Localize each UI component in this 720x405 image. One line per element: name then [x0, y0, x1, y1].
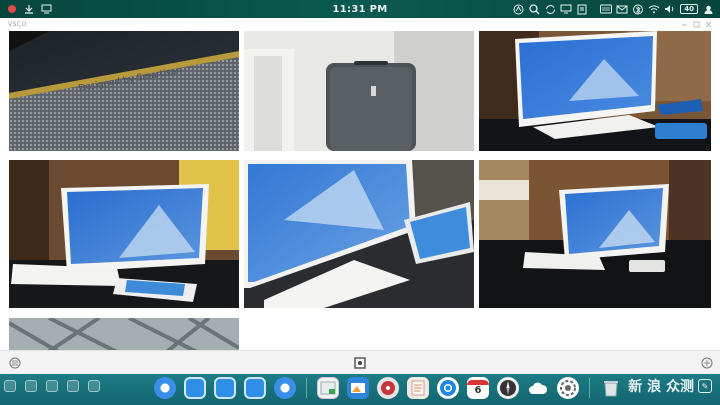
calendar-app-icon[interactable]: 6 — [467, 377, 489, 399]
notes-icon[interactable] — [576, 3, 588, 15]
dock-separator — [306, 378, 307, 398]
battery-indicator[interactable]: 40 — [680, 4, 698, 14]
screens-app-icon[interactable] — [244, 377, 266, 399]
photo-monitor-keyboard[interactable] — [9, 160, 239, 308]
watermark-badge: ✎ — [698, 379, 712, 393]
window-title: VSCO — [8, 20, 27, 28]
browser-app-icon[interactable] — [437, 377, 459, 399]
display-icon[interactable] — [560, 3, 572, 15]
window-titlebar: VSCO — [0, 18, 720, 30]
copy-shortcut-icon[interactable] — [25, 380, 37, 392]
glasses-shortcut-icon[interactable] — [88, 380, 100, 392]
input-method-icon[interactable] — [600, 3, 613, 15]
launcher-app-icon[interactable] — [154, 377, 176, 399]
cloud-app-icon[interactable] — [527, 377, 549, 399]
settings-shortcut-icon[interactable] — [4, 380, 16, 392]
bluetooth-icon[interactable] — [632, 3, 644, 15]
desktop: 11:31 PM 40 VSCO Designed by Smartisan 6… — [0, 0, 720, 405]
mail-icon[interactable] — [616, 3, 628, 15]
screenshot-icon[interactable] — [353, 356, 367, 370]
dock-apps: 6 — [154, 377, 622, 399]
photo-suitcase[interactable] — [244, 31, 474, 151]
minimize-icon[interactable] — [680, 20, 688, 28]
volume-icon[interactable] — [664, 3, 676, 15]
compass-app-icon[interactable] — [497, 377, 519, 399]
download-icon[interactable] — [23, 3, 35, 15]
clock[interactable]: 11:31 PM — [300, 4, 420, 15]
status-right: 40 — [420, 3, 720, 15]
trash-app-icon[interactable] — [600, 377, 622, 399]
photo-grid: Designed by Smartisan — [9, 31, 711, 351]
photo-speaker-closeup[interactable]: Designed by Smartisan — [9, 31, 239, 151]
user-icon[interactable] — [702, 3, 714, 15]
photo-monitor-shelf[interactable] — [479, 160, 711, 308]
sync-icon[interactable] — [544, 3, 556, 15]
app-store-icon[interactable] — [512, 3, 524, 15]
maximize-icon[interactable] — [692, 20, 700, 28]
dock-separator — [589, 378, 590, 398]
calendar-day: 6 — [474, 385, 482, 396]
filmstrip-icon[interactable] — [700, 356, 714, 370]
settings-app-icon[interactable] — [557, 377, 579, 399]
screen-share-icon[interactable] — [40, 3, 52, 15]
close-icon[interactable] — [704, 20, 712, 28]
grid-app-icon[interactable] — [274, 377, 296, 399]
crop-shortcut-icon[interactable] — [46, 380, 58, 392]
photo-architecture[interactable] — [9, 318, 239, 351]
grid-view-icon[interactable] — [8, 356, 22, 370]
notes-app-icon[interactable] — [407, 377, 429, 399]
finder-app-icon[interactable] — [317, 377, 339, 399]
photo-setup-closeup[interactable] — [244, 160, 474, 308]
watermark: 新 浪 众测 ✎ — [628, 376, 712, 396]
wifi-icon[interactable] — [648, 3, 660, 15]
files-app-icon[interactable] — [184, 377, 206, 399]
record-icon[interactable] — [6, 3, 18, 15]
menu-bar: 11:31 PM 40 — [0, 0, 720, 18]
dock: 6 新 浪 众测 ✎ — [0, 374, 720, 405]
camera-shortcut-icon[interactable] — [67, 380, 79, 392]
status-left — [0, 3, 300, 15]
viewer-toolbar — [0, 350, 720, 374]
window-app-icon[interactable] — [214, 377, 236, 399]
music-app-icon[interactable] — [377, 377, 399, 399]
photo-monitor-desk[interactable] — [479, 31, 711, 151]
search-icon[interactable] — [528, 3, 540, 15]
app-window: VSCO Designed by Smartisan — [0, 18, 720, 374]
watermark-text: 新 浪 众测 — [628, 379, 694, 395]
photos-app-icon[interactable] — [347, 377, 369, 399]
dock-shortcuts — [4, 380, 100, 392]
